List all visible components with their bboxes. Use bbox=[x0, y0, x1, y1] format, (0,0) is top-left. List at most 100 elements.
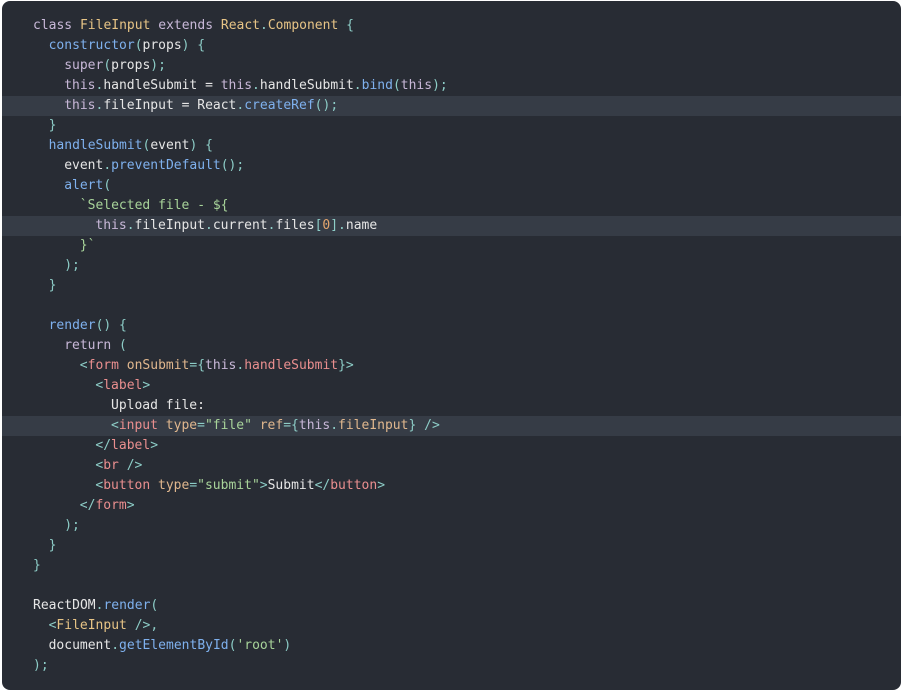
code-token: type bbox=[165, 418, 198, 433]
code-token: } bbox=[48, 278, 57, 293]
code-token: ref bbox=[259, 418, 284, 433]
code-token: ( bbox=[118, 338, 127, 353]
code-token: render bbox=[48, 318, 96, 333]
code-token: handleSubmit bbox=[259, 78, 354, 93]
code-token: > bbox=[126, 498, 135, 513]
code-line: this.handleSubmit = this.handleSubmit.bi… bbox=[2, 76, 901, 96]
code-token: this bbox=[64, 78, 96, 93]
code-token: } bbox=[48, 118, 57, 133]
code-token: createRef bbox=[244, 98, 315, 113]
code-line: this.fileInput = React.createRef(); bbox=[2, 96, 901, 116]
code-line: } bbox=[2, 536, 901, 556]
code-token: ) { bbox=[181, 38, 206, 53]
code-token: constructor bbox=[48, 38, 135, 53]
code-token: ); bbox=[64, 518, 80, 533]
code-token: > bbox=[150, 438, 159, 453]
code-token: />, bbox=[134, 618, 159, 633]
code-token: Submit bbox=[267, 478, 315, 493]
code-token: name bbox=[345, 218, 378, 233]
code-token: `Selected file - ${ bbox=[79, 198, 229, 213]
code-line: ); bbox=[2, 516, 901, 536]
code-line: </form> bbox=[2, 496, 901, 516]
code-token: class bbox=[33, 18, 80, 33]
code-token: { bbox=[346, 18, 354, 33]
code-token: FileInput bbox=[56, 618, 135, 633]
code-token: Upload file: bbox=[111, 398, 205, 413]
code-token: ={ bbox=[283, 418, 299, 433]
code-token: event bbox=[64, 158, 104, 173]
code-token: = bbox=[197, 418, 205, 433]
code-token: label bbox=[103, 378, 143, 393]
code-token: return bbox=[64, 338, 119, 353]
code-line: `Selected file - ${ bbox=[2, 196, 901, 216]
code-token: > bbox=[377, 478, 386, 493]
code-token: input bbox=[118, 418, 166, 433]
code-token: fileInput bbox=[134, 218, 205, 233]
code-token: . bbox=[252, 78, 260, 93]
code-token: extends bbox=[158, 18, 221, 33]
code-line: constructor(props) { bbox=[2, 36, 901, 56]
code-token: fileInput bbox=[338, 418, 409, 433]
code-token: current bbox=[212, 218, 268, 233]
code-token: fileInput = React bbox=[103, 98, 237, 113]
code-line: render() { bbox=[2, 316, 901, 336]
code-line: class FileInput extends React.Component … bbox=[2, 16, 901, 36]
code-token: form bbox=[95, 498, 127, 513]
code-token: Component bbox=[267, 18, 347, 33]
code-line: } bbox=[2, 116, 901, 136]
code-token: </ bbox=[95, 438, 112, 453]
code-token: props bbox=[142, 38, 182, 53]
code-token: super bbox=[64, 58, 104, 73]
code-line: </label> bbox=[2, 436, 901, 456]
code-token: handleSubmit = bbox=[103, 78, 221, 93]
code-block: class FileInput extends React.Component … bbox=[2, 1, 901, 690]
code-line: ); bbox=[2, 656, 901, 676]
code-token: . bbox=[353, 78, 362, 93]
code-token: < bbox=[79, 358, 88, 373]
code-line: }` bbox=[2, 236, 901, 256]
code-line: <FileInput />, bbox=[2, 616, 901, 636]
code-line: ); bbox=[2, 256, 901, 276]
code-token: type bbox=[158, 478, 190, 493]
code-token: . bbox=[330, 418, 339, 433]
code-line: event.preventDefault(); bbox=[2, 156, 901, 176]
code-token: button bbox=[330, 478, 378, 493]
code-token: files bbox=[275, 218, 315, 233]
code-token: < bbox=[111, 418, 119, 433]
code-token: handleSubmit bbox=[244, 358, 339, 373]
code-token: . bbox=[236, 358, 245, 373]
code-token: this bbox=[298, 418, 331, 433]
code-token: }> bbox=[338, 358, 354, 373]
code-line: <label> bbox=[2, 376, 901, 396]
code-line: } bbox=[2, 276, 901, 296]
code-token: . bbox=[111, 638, 120, 653]
code-line: document.getElementById('root') bbox=[2, 636, 901, 656]
code-token: ); bbox=[432, 78, 448, 93]
code-token: button bbox=[103, 478, 159, 493]
code-token: }` bbox=[79, 238, 96, 253]
code-token: } bbox=[48, 538, 57, 553]
code-line: Upload file: bbox=[2, 396, 901, 416]
code-token: (); bbox=[220, 158, 245, 173]
code-token: > bbox=[142, 378, 151, 393]
code-token: render bbox=[103, 598, 151, 613]
code-token: "submit" bbox=[197, 478, 260, 493]
code-token: ) { bbox=[189, 138, 213, 153]
code-token: FileInput bbox=[79, 18, 159, 33]
code-token: } bbox=[33, 558, 41, 573]
code-token: onSubmit bbox=[126, 358, 190, 373]
code-token: document bbox=[48, 638, 112, 653]
code-token: ReactDOM bbox=[33, 598, 96, 613]
code-token: React bbox=[220, 18, 261, 33]
code-token: </ bbox=[79, 498, 96, 513]
code-line: <br /> bbox=[2, 456, 901, 476]
code-token: /> bbox=[126, 458, 143, 473]
code-line: this.fileInput.current.files[0].name bbox=[2, 216, 901, 236]
code-token: handleSubmit bbox=[48, 138, 143, 153]
code-token: preventDefault bbox=[111, 158, 221, 173]
code-token: ); bbox=[33, 658, 49, 673]
code-token: ); bbox=[64, 258, 80, 273]
code-token: form bbox=[87, 358, 127, 373]
